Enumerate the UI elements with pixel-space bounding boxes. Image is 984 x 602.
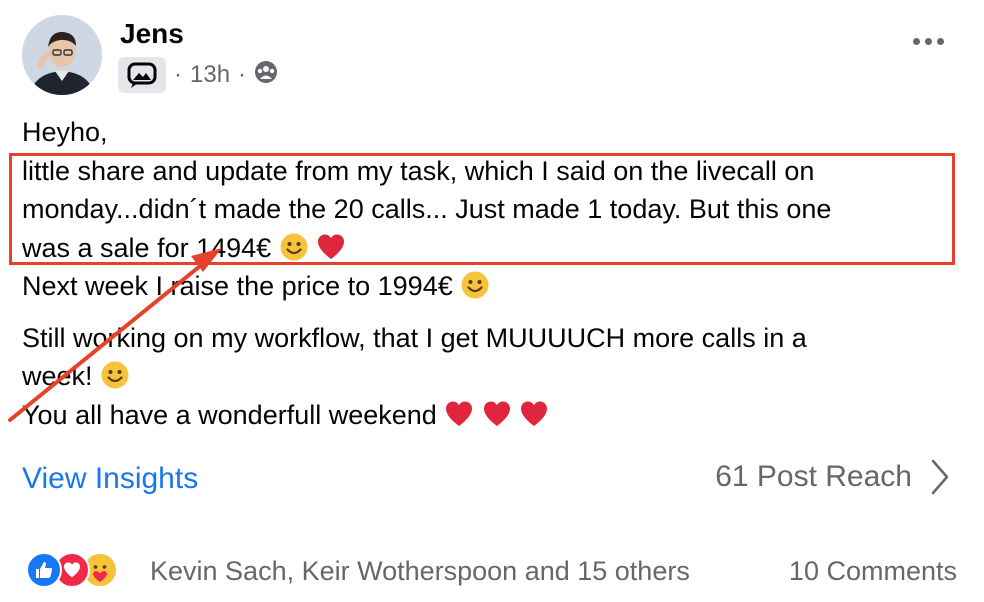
audience-icon[interactable] — [254, 60, 278, 91]
post-line: Still working on my workflow, that I get… — [22, 322, 807, 353]
post-body: Heyho, little share and update from my t… — [22, 113, 962, 434]
post-line: week! — [22, 357, 962, 396]
sale-text: was a sale for 1494€ — [22, 232, 272, 263]
heart-emoji-icon — [482, 399, 512, 429]
weekend-text: You all have a wonderfull weekend — [22, 399, 437, 430]
chevron-right-icon — [931, 459, 949, 495]
post-line: little share and update from my task, wh… — [22, 155, 815, 186]
comments-count[interactable]: 10 Comments — [789, 556, 957, 587]
view-insights-link[interactable]: View Insights — [22, 462, 198, 496]
avatar[interactable] — [22, 15, 102, 95]
heart-emoji-icon — [444, 399, 474, 429]
post-line: was a sale for 1494€ — [22, 229, 962, 268]
author-name[interactable]: Jens — [120, 18, 184, 50]
post-line: Next week I raise the price to 1994€ — [22, 267, 962, 306]
heart-emoji-icon — [519, 399, 549, 429]
avatar-image — [22, 15, 102, 95]
reacted-by-text[interactable]: Kevin Sach, Keir Wotherspoon and 15 othe… — [150, 556, 690, 587]
post-line: monday...didn´t made the 20 calls... Jus… — [22, 194, 832, 224]
post-reach-link[interactable]: 61 Post Reach — [715, 458, 950, 496]
post-line-greeting: Heyho, — [22, 117, 108, 147]
like-icon — [26, 552, 62, 588]
post-time[interactable]: 13h — [190, 61, 230, 89]
post-line: You all have a wonderfull weekend — [22, 396, 962, 435]
heart-emoji-icon — [316, 232, 346, 262]
reaction-icons[interactable] — [26, 552, 118, 588]
post-meta: · 13h · — [118, 57, 278, 93]
week-text: week! — [22, 361, 93, 391]
meta-separator: · — [174, 61, 182, 88]
smile-emoji-icon — [279, 232, 309, 262]
post-reach-text: 61 Post Reach — [715, 460, 912, 493]
smile-emoji-icon — [100, 360, 130, 390]
more-options-button[interactable] — [913, 38, 944, 45]
more-icon — [913, 38, 920, 45]
group-icon[interactable] — [118, 57, 166, 93]
price-text: Next week I raise the price to 1994€ — [22, 271, 453, 301]
meta-separator: · — [238, 61, 247, 88]
smile-emoji-icon — [460, 270, 490, 300]
